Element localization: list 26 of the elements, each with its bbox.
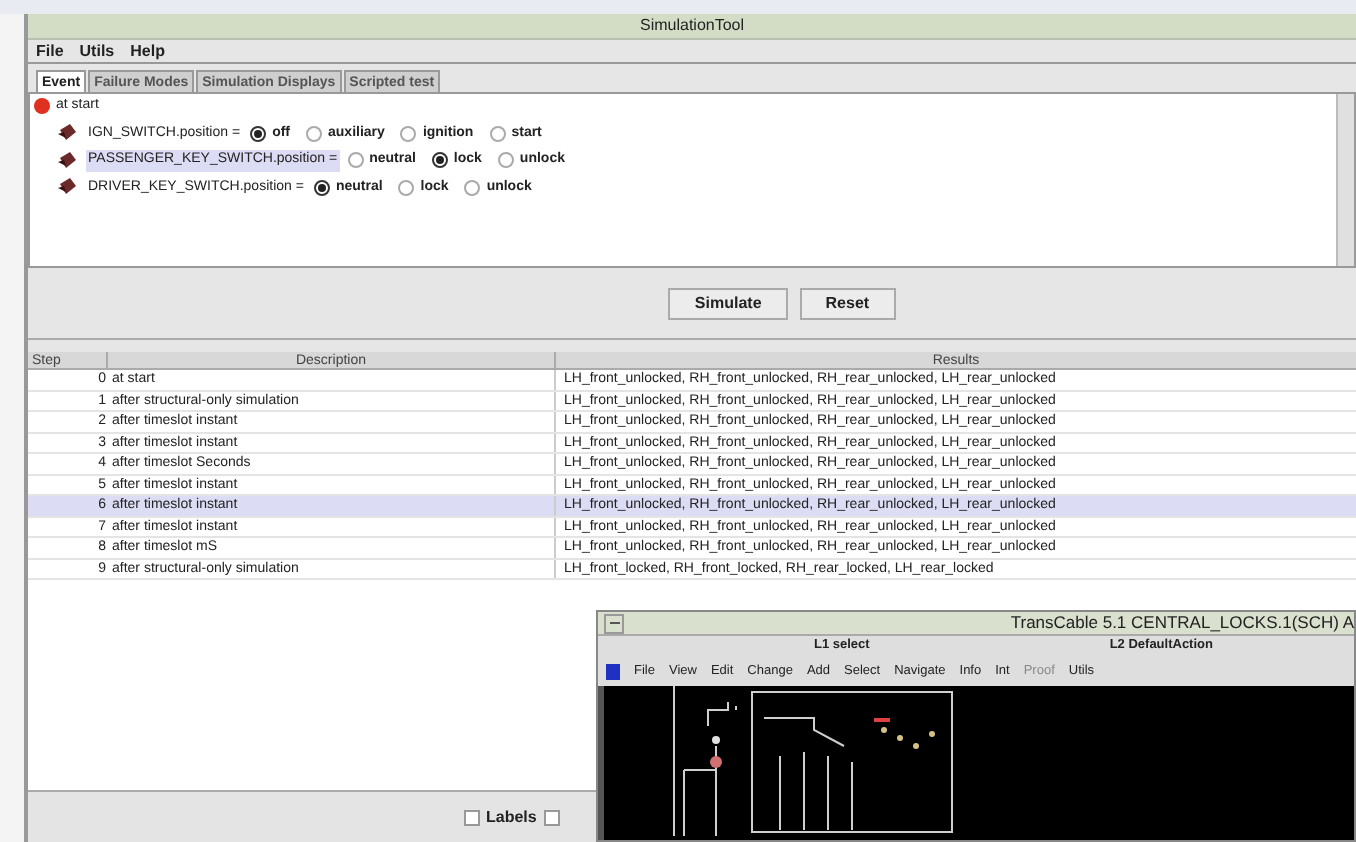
action-button[interactable]: Reset — [799, 287, 896, 319]
minimize-icon[interactable] — [604, 613, 624, 633]
window-title: SimulationTool — [639, 14, 745, 38]
action-button[interactable]: Simulate — [668, 287, 788, 319]
checkbox-label: Labels — [486, 805, 537, 829]
checkbox[interactable] — [464, 809, 480, 825]
radio-button[interactable] — [489, 125, 506, 142]
radio-button[interactable] — [313, 179, 330, 196]
menu-item[interactable]: Help — [130, 39, 165, 63]
radio-button[interactable] — [250, 125, 267, 142]
plug-icon — [58, 151, 78, 170]
menu-item[interactable]: Utils — [79, 39, 115, 63]
radio-button[interactable] — [431, 152, 448, 169]
radio-button[interactable] — [398, 179, 415, 196]
checkbox[interactable] — [544, 809, 561, 825]
radio-button[interactable] — [347, 152, 364, 169]
radio-button[interactable] — [306, 125, 323, 142]
radio-button[interactable] — [400, 125, 417, 142]
window-title: TransCable 5.1 CENTRAL_LOCKS.1(SCH) A — [1010, 610, 1354, 636]
scrollbar[interactable] — [1336, 94, 1354, 266]
app-icon[interactable] — [606, 663, 620, 679]
plug-icon — [58, 178, 78, 197]
radio-button[interactable] — [464, 179, 481, 196]
menu-item[interactable]: File — [36, 39, 64, 63]
plug-icon — [58, 124, 78, 143]
radio-button[interactable] — [497, 152, 514, 169]
